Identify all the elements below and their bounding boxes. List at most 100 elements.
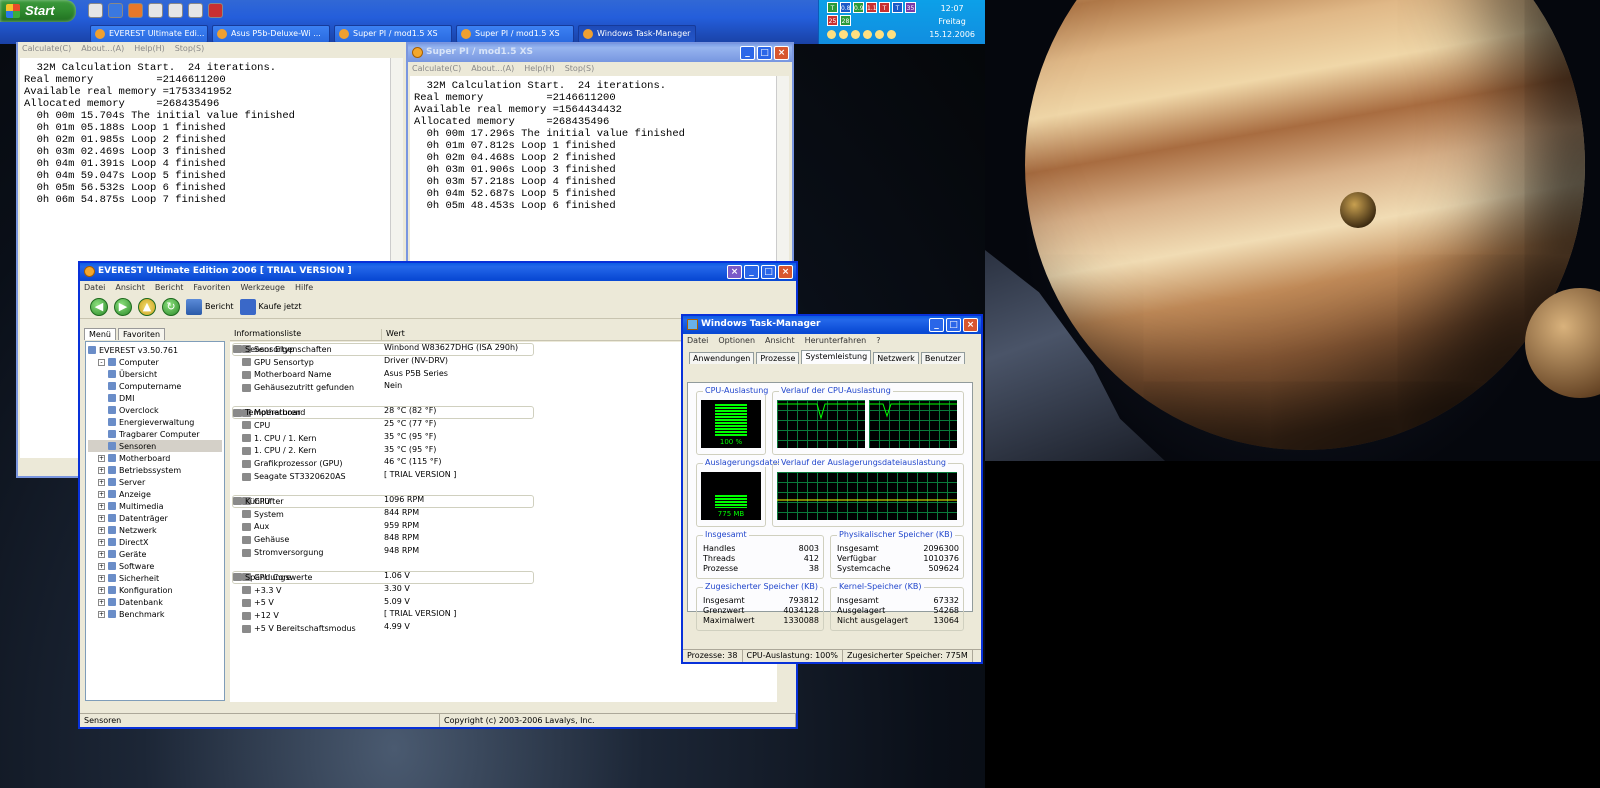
taskmanager-menu-item[interactable]: Optionen: [718, 336, 755, 348]
tray-network-icon[interactable]: [851, 30, 860, 39]
tray-monitor-value[interactable]: 28: [840, 15, 851, 26]
tray-shield-icon[interactable]: [827, 30, 836, 39]
quicklaunch-close-icon[interactable]: [208, 3, 223, 18]
tray-monitor-value[interactable]: 0.9: [853, 2, 864, 13]
tray-monitor-value[interactable]: T: [879, 2, 890, 13]
tree-item[interactable]: + Server: [88, 476, 222, 488]
superpi-2-scrollbar[interactable]: [776, 76, 789, 262]
tree-item[interactable]: + Datenträger: [88, 512, 222, 524]
tree-item[interactable]: + DirectX: [88, 536, 222, 548]
taskbar-button[interactable]: EVEREST Ultimate Edi...: [90, 25, 208, 43]
quicklaunch-app-icon[interactable]: [148, 3, 163, 18]
tree-expander[interactable]: -: [98, 358, 105, 366]
quicklaunch-firefox-icon[interactable]: [128, 3, 143, 18]
report-button[interactable]: Bericht: [186, 298, 234, 315]
tree-item[interactable]: + Sicherheit: [88, 572, 222, 584]
superpi-menu-item[interactable]: About...(A): [81, 44, 124, 56]
forward-arrow-icon[interactable]: ▶: [114, 297, 132, 316]
list-group-header[interactable]: Sensor Eigenschaften: [232, 343, 534, 356]
tree-item[interactable]: + Benchmark: [88, 608, 222, 620]
superpi-menu-item[interactable]: Stop(S): [175, 44, 205, 56]
tree-item[interactable]: Tragbarer Computer: [88, 428, 222, 440]
tree-item[interactable]: + Geräte: [88, 548, 222, 560]
everest-menu-item[interactable]: Hilfe: [295, 283, 313, 295]
minimize-button[interactable]: _: [744, 265, 759, 279]
tree-item[interactable]: Computername: [88, 380, 222, 392]
taskmanager-menu-item[interactable]: Datei: [687, 336, 708, 348]
everest-menu-item[interactable]: Werkzeuge: [240, 283, 284, 295]
tray-app-icon[interactable]: [887, 30, 896, 39]
minimize-button[interactable]: _: [929, 318, 944, 332]
tree-item[interactable]: + Konfiguration: [88, 584, 222, 596]
tree-item[interactable]: Sensoren: [88, 440, 222, 452]
quicklaunch-ie-icon[interactable]: [108, 3, 123, 18]
tree-expander[interactable]: +: [98, 610, 105, 618]
tray-monitor-value[interactable]: 35: [905, 2, 916, 13]
tree-expander[interactable]: +: [98, 526, 105, 534]
taskbar-button[interactable]: Asus P5b-Deluxe-Wi ...: [212, 25, 330, 43]
close-button[interactable]: ×: [778, 265, 793, 279]
tree-expander[interactable]: +: [98, 562, 105, 570]
tree-expander[interactable]: +: [98, 586, 105, 594]
tree-item[interactable]: + Datenbank: [88, 596, 222, 608]
tab-menu[interactable]: Menü: [84, 328, 116, 340]
superpi-menu-item[interactable]: About...(A): [471, 64, 514, 76]
tree-item[interactable]: DMI: [88, 392, 222, 404]
taskbar-button[interactable]: Super PI / mod1.5 XS: [334, 25, 452, 43]
maximize-button[interactable]: □: [946, 318, 961, 332]
tree-expander[interactable]: +: [98, 502, 105, 510]
up-arrow-icon[interactable]: ▲: [138, 297, 156, 316]
everest-titlebar[interactable]: EVEREST Ultimate Edition 2006 [ TRIAL VE…: [80, 263, 796, 281]
taskbar-button[interactable]: Super PI / mod1.5 XS: [456, 25, 574, 43]
tree-expander[interactable]: +: [98, 574, 105, 582]
tree-item[interactable]: + Multimedia: [88, 500, 222, 512]
quicklaunch-app3-icon[interactable]: [188, 3, 203, 18]
taskmanager-tab[interactable]: Anwendungen: [689, 352, 755, 364]
tree-item[interactable]: Overclock: [88, 404, 222, 416]
tree-item[interactable]: + Anzeige: [88, 488, 222, 500]
taskmanager-menu-item[interactable]: Ansicht: [765, 336, 795, 348]
tree-expander[interactable]: +: [98, 538, 105, 546]
tree-item[interactable]: + Netzwerk: [88, 524, 222, 536]
tray-antivirus-icon[interactable]: [863, 30, 872, 39]
superpi-menu-item[interactable]: Help(H): [524, 64, 555, 76]
list-group-header[interactable]: Spannungswerte: [232, 570, 534, 584]
superpi-2-titlebar[interactable]: Super PI / mod1.5 XS _ □ ×: [408, 44, 792, 62]
minimize-button[interactable]: _: [740, 46, 755, 60]
tray-monitor-value[interactable]: 25: [827, 15, 838, 26]
tree-expander[interactable]: +: [98, 490, 105, 498]
taskmanager-window[interactable]: Windows Task-Manager _ □ × Datei Optionen…: [681, 314, 983, 664]
taskmanager-menu-item[interactable]: ?: [876, 336, 880, 348]
tray-monitor-icon[interactable]: [875, 30, 884, 39]
taskmanager-menu-item[interactable]: Herunterfahren: [805, 336, 867, 348]
tree-expander[interactable]: +: [98, 466, 105, 474]
close-button[interactable]: ×: [774, 46, 789, 60]
tray-monitor-value[interactable]: 0.8: [840, 2, 851, 13]
tree-item[interactable]: - Computer: [88, 356, 222, 368]
tree-expander[interactable]: +: [98, 454, 105, 462]
tray-monitor-value[interactable]: T: [892, 2, 903, 13]
refresh-icon[interactable]: ↻: [162, 297, 180, 316]
tree-item[interactable]: + Software: [88, 560, 222, 572]
everest-menu-item[interactable]: Favoriten: [193, 283, 230, 295]
tree-expander[interactable]: +: [98, 514, 105, 522]
maximize-button[interactable]: □: [757, 46, 772, 60]
everest-menu-item[interactable]: Bericht: [155, 283, 184, 295]
taskmanager-tab[interactable]: Netzwerk: [873, 352, 919, 364]
list-group-header[interactable]: Kühllüfter: [232, 494, 534, 508]
tree-item[interactable]: Energieverwaltung: [88, 416, 222, 428]
back-arrow-icon[interactable]: ◀: [90, 297, 108, 316]
taskbar-button[interactable]: Windows Task-Manager: [578, 25, 696, 43]
everest-menu-item[interactable]: Datei: [84, 283, 105, 295]
tree-item[interactable]: Übersicht: [88, 368, 222, 380]
taskmanager-tab[interactable]: Prozesse: [756, 352, 800, 364]
quicklaunch-desktop-icon[interactable]: [88, 3, 103, 18]
tree-expander[interactable]: +: [98, 550, 105, 558]
superpi-window-2[interactable]: Super PI / mod1.5 XS _ □ × Calculate(C) A…: [406, 42, 794, 264]
quicklaunch-app2-icon[interactable]: [168, 3, 183, 18]
taskmanager-titlebar[interactable]: Windows Task-Manager _ □ ×: [683, 316, 981, 334]
superpi-menu-item[interactable]: Help(H): [134, 44, 165, 56]
tab-favorites[interactable]: Favoriten: [117, 328, 166, 340]
tree-expander[interactable]: +: [98, 598, 105, 606]
tree-item[interactable]: + Betriebssystem: [88, 464, 222, 476]
